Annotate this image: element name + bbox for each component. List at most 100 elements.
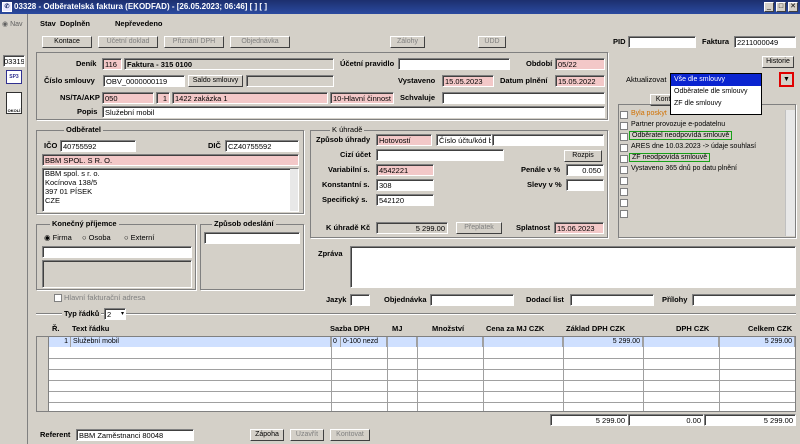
- kontace-button[interactable]: Kontace: [42, 36, 92, 48]
- row-mnozstvi[interactable]: [417, 337, 483, 347]
- filter-dropdown[interactable]: Vše dle smlouvy Odběratele dle smlouvy Z…: [670, 73, 762, 115]
- col-header-celkem: Celkem CZK: [748, 324, 793, 333]
- cislo-uctu-field[interactable]: Číslo účtu/kód b: [436, 134, 492, 146]
- akp-field[interactable]: 1422 zakázka 1: [172, 92, 328, 104]
- ucetni-doklad-button[interactable]: Účetní doklad: [98, 36, 158, 48]
- ucetni-pravidlo-label: Účetní pravidlo: [340, 59, 395, 68]
- obdobi-field[interactable]: 05/22: [555, 58, 605, 70]
- odberatel-name[interactable]: BBM SPOL. S R. O.: [42, 154, 299, 166]
- vs-field[interactable]: 4542221: [376, 164, 434, 176]
- row-celkem[interactable]: 5 299.00: [719, 337, 795, 347]
- address-scrollbar[interactable]: [290, 169, 298, 211]
- saldo-smlouvy-button[interactable]: Saldo smlouvy: [188, 75, 243, 87]
- check-label: Vystaveno 365 dnů po datu plnění: [631, 165, 737, 172]
- hlavni-checkbox[interactable]: [54, 294, 62, 302]
- check-item[interactable]: Vystaveno 365 dnů po datu plnění: [620, 165, 796, 176]
- preplatek-button[interactable]: Přeplatek: [456, 222, 502, 234]
- radio-firma[interactable]: ◉ Firma: [44, 232, 72, 244]
- check-item[interactable]: Odběratel neodpovídá smlouvě: [620, 131, 796, 143]
- dic-field[interactable]: CZ40755592: [225, 140, 299, 152]
- ks-field[interactable]: 308: [376, 179, 434, 191]
- jazyk-label: Jazyk: [326, 295, 347, 304]
- ss-field[interactable]: 542120: [376, 194, 434, 206]
- row-cena[interactable]: [483, 337, 563, 347]
- prilohy-label: Přílohy: [662, 295, 688, 304]
- dodaci-list-field[interactable]: [570, 294, 654, 306]
- popis-field[interactable]: Služební mobil: [102, 106, 605, 118]
- dropdown-option[interactable]: ZF dle smlouvy: [671, 98, 761, 110]
- zpusob-uhrady-field[interactable]: Hotovostí: [376, 134, 432, 146]
- table-row[interactable]: 1 Služební mobil 0 0-100 nezd 5 299.00 5…: [49, 337, 795, 347]
- referent-field[interactable]: BBM Zaměstnanci 80048: [76, 429, 194, 441]
- schvaluje-field[interactable]: [442, 92, 605, 104]
- zalohy-button[interactable]: Zálohy: [390, 36, 425, 48]
- konecny-address: [42, 260, 192, 288]
- col-divider: [331, 337, 332, 411]
- minimize-button[interactable]: _: [764, 2, 774, 12]
- penale-field[interactable]: 0.050: [566, 164, 604, 176]
- okoli-icon[interactable]: OKOLÍ: [6, 92, 22, 114]
- ta-field[interactable]: 1: [156, 92, 170, 104]
- faktura-field[interactable]: 2211000049: [734, 36, 796, 48]
- address-line: 397 01 PÍSEK: [45, 187, 93, 196]
- k-uhrade-kc-label: K úhradě Kč: [326, 223, 371, 232]
- row-mj[interactable]: [387, 337, 417, 347]
- vystaveno-field[interactable]: 15.05.2023: [442, 75, 494, 87]
- col-divider: [563, 337, 564, 411]
- ucet-field[interactable]: [492, 134, 604, 146]
- col-header-text: Text řádku: [72, 324, 110, 333]
- check-item[interactable]: [620, 176, 796, 187]
- udd-button[interactable]: ÚDD: [478, 36, 506, 48]
- odberatel-address[interactable]: BBM spol. s r. o. Kocínova 138/5 397 01 …: [42, 168, 299, 212]
- maximize-button[interactable]: □: [776, 2, 786, 12]
- row-text[interactable]: Služební mobil: [71, 337, 331, 347]
- row-dph[interactable]: [643, 337, 719, 347]
- konecny-field[interactable]: [42, 246, 192, 258]
- close-button[interactable]: ✕: [788, 2, 798, 12]
- denik-code[interactable]: 116: [102, 58, 122, 70]
- row-sazba[interactable]: 0: [331, 337, 341, 347]
- checks-scrollbar[interactable]: [785, 110, 795, 236]
- rozpis-button[interactable]: Rozpis: [564, 150, 602, 162]
- prilohy-field[interactable]: [692, 294, 796, 306]
- kontovat-button[interactable]: Kontovat: [330, 429, 370, 441]
- radio-osoba[interactable]: ○ Osoba: [82, 232, 111, 244]
- nav-button[interactable]: ◉ Nav: [2, 20, 23, 28]
- dropdown-option[interactable]: Odběratele dle smlouvy: [671, 86, 761, 98]
- dropdown-arrow-button[interactable]: ▼: [779, 72, 794, 87]
- ico-label: IČO: [44, 141, 58, 150]
- splatnost-field[interactable]: 15.06.2023: [554, 222, 604, 234]
- zprava-field[interactable]: [350, 246, 796, 288]
- ucetni-pravidlo-field[interactable]: [398, 58, 510, 70]
- checks-list: Byla poskyt Partner provozuje e-podateln…: [620, 110, 796, 220]
- slevy-field[interactable]: [566, 179, 604, 191]
- check-item[interactable]: [620, 209, 796, 220]
- check-item[interactable]: [620, 198, 796, 209]
- historie-button[interactable]: Historie: [762, 56, 794, 68]
- cislo-smlouvy-field[interactable]: OBV_0000000119: [103, 75, 185, 87]
- pid-field[interactable]: [628, 36, 696, 48]
- odeslani-field[interactable]: [204, 232, 300, 244]
- ico-field[interactable]: 40755592: [60, 140, 136, 152]
- dropdown-option-selected[interactable]: Vše dle smlouvy: [671, 74, 761, 86]
- objednavka-field[interactable]: [430, 294, 514, 306]
- col-divider: [387, 337, 388, 411]
- cinnost-field[interactable]: 10-Hlavní činnost: [330, 92, 394, 104]
- ns-field[interactable]: 050: [102, 92, 154, 104]
- row-selector-column: [37, 337, 49, 411]
- zapoha-button[interactable]: Zápoha: [250, 429, 284, 441]
- radio-externi[interactable]: ○ Externí: [124, 232, 154, 244]
- sp3-icon[interactable]: SP3: [6, 70, 22, 84]
- objednavka-button[interactable]: Objednávka: [230, 36, 290, 48]
- row-sazba-text[interactable]: 0-100 nezd: [341, 337, 387, 347]
- priznani-dph-button[interactable]: Přiznání DPH: [164, 36, 224, 48]
- typ-radku-select[interactable]: 2 ▾: [104, 308, 126, 320]
- row-zaklad[interactable]: 5 299.00: [563, 337, 643, 347]
- check-item[interactable]: ZF neodpovídá smlouvě: [620, 153, 796, 165]
- datum-plneni-field[interactable]: 15.05.2022: [555, 75, 605, 87]
- jazyk-field[interactable]: [350, 294, 370, 306]
- check-item[interactable]: [620, 187, 796, 198]
- cizi-ucet-field[interactable]: [376, 149, 504, 161]
- typ-radku-value: 2: [107, 310, 112, 319]
- uzavrit-button[interactable]: Uzavřít: [290, 429, 324, 441]
